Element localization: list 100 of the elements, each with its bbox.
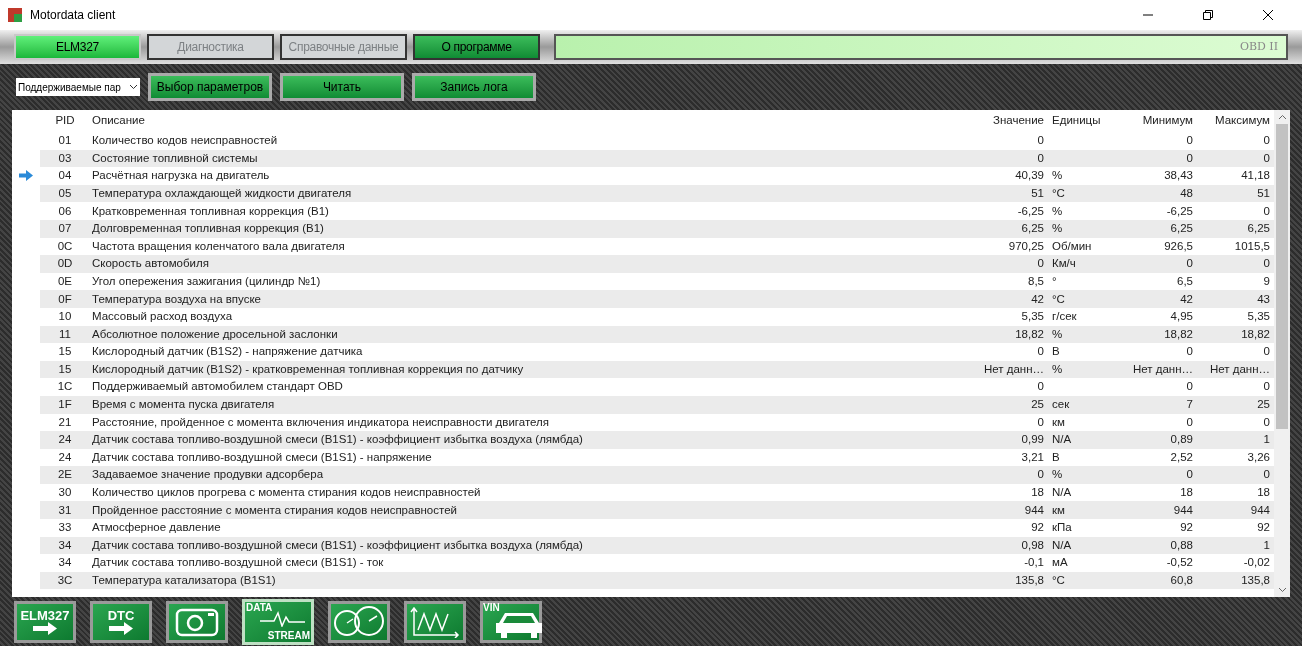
toolbar-button[interactable]: DTC bbox=[90, 600, 152, 643]
table-cell-text: 3,26 bbox=[1246, 449, 1271, 465]
column-header[interactable]: Значение bbox=[970, 112, 1048, 130]
table-cell-text: Кратковременная топливная коррекция (B1) bbox=[91, 203, 330, 219]
table-cell-text: 04 bbox=[57, 168, 73, 184]
toolbar-button[interactable]: Запись лога bbox=[412, 73, 536, 101]
table-row[interactable]: 30 Количество циклов прогрева с момента стирания кодов неисправностей 18 N/A 18 18 bbox=[12, 483, 1274, 502]
table-cell-text: 0 bbox=[1036, 133, 1045, 149]
table-cell-text: 0 bbox=[1036, 379, 1045, 395]
table-cell-text: км bbox=[1051, 414, 1066, 430]
window-title: Motordata client bbox=[30, 7, 116, 24]
table-row[interactable]: 0E Угол опережения зажигания (цилиндр №1) 8,5 ° 6,5 9 bbox=[12, 272, 1274, 291]
table-cell-text: 24 bbox=[57, 449, 73, 465]
table-cell-text: 30 bbox=[57, 485, 73, 501]
table-cell-text: 01 bbox=[57, 133, 73, 149]
graph-icon bbox=[410, 605, 460, 638]
close-icon[interactable] bbox=[1262, 9, 1274, 21]
table-cell-text: N/A bbox=[1051, 432, 1073, 448]
table-cell-text: 40,39 bbox=[1014, 168, 1045, 184]
table-cell-text: 0 bbox=[1262, 467, 1271, 483]
tab[interactable]: ELM327 bbox=[14, 34, 141, 60]
toolbar-button[interactable] bbox=[404, 600, 466, 643]
table-row[interactable]: 24 Датчик состава топливо-воздушной смеси (B1S1) - напряжение 3,21 В 2,52 3,26 bbox=[12, 448, 1274, 467]
column-header[interactable]: Минимум bbox=[1122, 112, 1197, 130]
wave-icon bbox=[260, 610, 306, 627]
table-cell-text: 0,98 bbox=[1020, 537, 1045, 553]
scrollbar-thumb[interactable] bbox=[1276, 124, 1288, 429]
table-cell-text: км bbox=[1051, 502, 1066, 518]
restore-icon[interactable] bbox=[1202, 9, 1214, 21]
table-cell-text: Долговременная топливная коррекция (B1) bbox=[91, 221, 325, 237]
table-cell-text: -0,1 bbox=[1023, 555, 1045, 571]
table-cell-text: Абсолютное положение дросельной заслонки bbox=[91, 326, 339, 342]
toolbar-button[interactable]: Читать bbox=[280, 73, 404, 101]
table-cell-text: Км/ч bbox=[1051, 256, 1077, 272]
camera-icon bbox=[175, 606, 219, 637]
dropdown[interactable]: Поддерживаемые пар bbox=[16, 78, 140, 96]
table-cell-text: 43 bbox=[1256, 291, 1271, 307]
table-cell-text: 9 bbox=[1262, 273, 1271, 289]
table-cell-text: 0 bbox=[1262, 344, 1271, 360]
table-cell-text: 6,5 bbox=[1176, 273, 1194, 289]
table-cell-text: 0,99 bbox=[1020, 432, 1045, 448]
table-cell-text: 0 bbox=[1036, 414, 1045, 430]
table-row[interactable]: 0C Частота вращения коленчатого вала двигателя 970,25 Об/мин 926,5 1015,5 bbox=[12, 237, 1274, 256]
toolbar-button[interactable]: Выбор параметров bbox=[148, 73, 272, 101]
toolbar-button[interactable]: DATA STREAM bbox=[242, 598, 314, 645]
table-cell-text: 3C bbox=[56, 573, 74, 588]
table-cell-text: Пройденное расстояние с момента стирания кодов неисправностей bbox=[91, 502, 458, 518]
icon-label: VIN bbox=[483, 602, 500, 613]
table-cell-text: 92 bbox=[1256, 520, 1271, 536]
table-cell-text: Расчётная нагрузка на двигатель bbox=[91, 168, 271, 184]
scrollbar[interactable] bbox=[1274, 110, 1290, 597]
column-header[interactable]: Максимум bbox=[1197, 112, 1274, 130]
table-cell-text: 31 bbox=[57, 502, 73, 518]
column-header[interactable]: Единицы bbox=[1048, 112, 1122, 130]
table-cell-text: 15 bbox=[57, 344, 73, 360]
table-row[interactable]: 01 Количество кодов неисправностей 0 0 0 bbox=[12, 132, 1274, 150]
table-row[interactable]: 15 Кислородный датчик (B1S2) - напряжение датчика 0 В 0 0 bbox=[12, 343, 1274, 361]
table-cell-text: -6,25 bbox=[1165, 203, 1194, 219]
table-cell-text: % bbox=[1051, 168, 1064, 184]
table-row[interactable]: 1C Поддерживаемый автомобилем стандарт OBD 0 0 0 bbox=[12, 378, 1274, 396]
table-cell-text: 5,35 bbox=[1246, 309, 1271, 325]
table-cell-text: N/A bbox=[1051, 537, 1073, 553]
table-cell-text: 18 bbox=[1179, 485, 1194, 501]
table-row[interactable]: 04 Расчётная нагрузка на двигатель 40,39 % 38,43 41,18 bbox=[12, 167, 1274, 185]
table-row[interactable]: 21 Расстояние, пройденное с момента включения индикатора неисправности двигателя 0 км 0 0 bbox=[12, 413, 1274, 432]
table-cell-text: 51 bbox=[1256, 185, 1271, 201]
table-row[interactable]: 34 Датчик состава топливо-воздушной смеси (B1S1) - ток -0,1 мА -0,52 -0,02 bbox=[12, 554, 1274, 572]
table-row[interactable]: 06 Кратковременная топливная коррекция (B1) -6,25 % -6,25 0 bbox=[12, 202, 1274, 220]
column-header[interactable]: Описание bbox=[90, 112, 970, 130]
table-row[interactable]: 10 Массовый расход воздуха 5,35 г/сек 4,95 5,35 bbox=[12, 307, 1274, 326]
table-cell-text: Скорость автомобиля bbox=[91, 256, 210, 272]
toolbar-button[interactable]: ELM327 bbox=[14, 600, 76, 643]
toolbar-button[interactable] bbox=[328, 600, 390, 643]
table-cell-text: 92 bbox=[1179, 520, 1194, 536]
table-cell-text: 0 bbox=[1185, 344, 1194, 360]
table-cell-text: 03 bbox=[57, 150, 73, 166]
table-cell-text: 135,8 bbox=[1014, 573, 1045, 588]
table-cell-text: 0 bbox=[1262, 150, 1271, 166]
table-cell-text: 25 bbox=[1256, 397, 1271, 413]
table-cell-text: Количество циклов прогрева с момента стирания кодов неисправностей bbox=[91, 485, 482, 501]
table-cell-text: 92 bbox=[1030, 520, 1045, 536]
table-cell-text: 07 bbox=[57, 221, 73, 237]
table-cell-text: 0,89 bbox=[1169, 432, 1194, 448]
table-row[interactable]: 33 Атмосферное давление 92 кПа 92 92 bbox=[12, 519, 1274, 537]
table-cell-text: 0 bbox=[1185, 467, 1194, 483]
icon-label: STREAM bbox=[267, 630, 310, 641]
column-header[interactable]: PID bbox=[40, 112, 90, 130]
table-cell-text: 33 bbox=[57, 520, 73, 536]
table-cell-text: Частота вращения коленчатого вала двигателя bbox=[91, 238, 346, 254]
table-cell-text: 0C bbox=[56, 238, 74, 254]
table-cell-text: 10 bbox=[57, 309, 73, 325]
tab[interactable]: О программе bbox=[413, 34, 540, 60]
toolbar-button[interactable] bbox=[166, 600, 228, 643]
table-cell-text: 0 bbox=[1262, 133, 1271, 149]
icon-label: DATA bbox=[246, 602, 273, 613]
table-cell-text: Количество кодов неисправностей bbox=[91, 133, 279, 149]
table-cell-text: 7 bbox=[1185, 397, 1194, 413]
table-cell-text: 0 bbox=[1036, 467, 1045, 483]
table-cell-text: -0,02 bbox=[1242, 555, 1271, 571]
table-cell-text: 18,82 bbox=[1240, 326, 1271, 342]
